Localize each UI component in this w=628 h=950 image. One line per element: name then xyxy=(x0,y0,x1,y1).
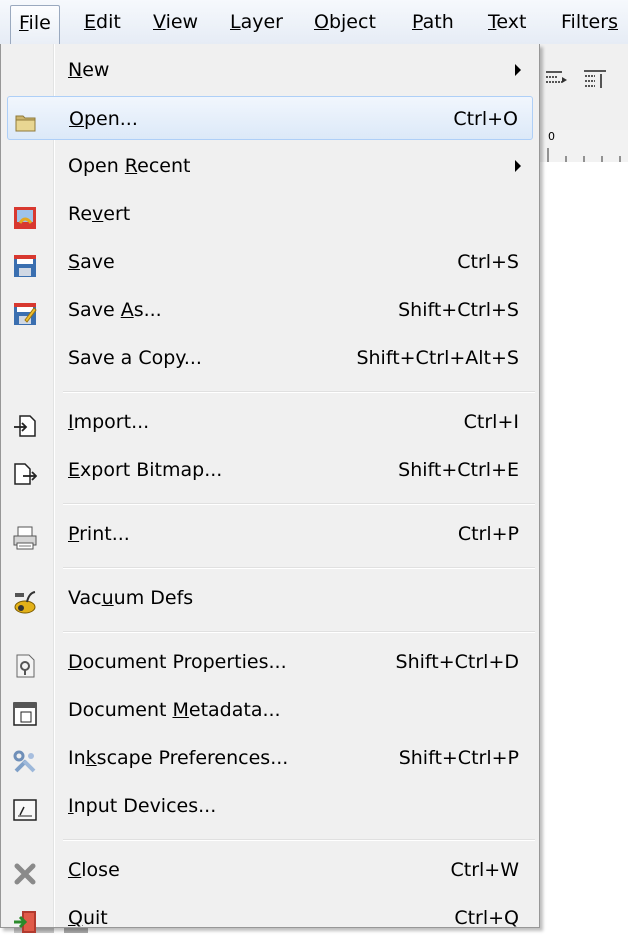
menu-separator xyxy=(63,391,535,393)
menu-item-label: Quit xyxy=(68,907,108,929)
submenu-arrow-icon xyxy=(515,64,521,76)
text-top-icon[interactable] xyxy=(582,68,608,90)
save-icon xyxy=(13,250,37,277)
input-devices-icon xyxy=(13,794,37,821)
menu-item-save-a-copy[interactable]: Save a Copy... Shift+Ctrl+Alt+S xyxy=(7,336,533,380)
menu-bar: File Edit View Layer Object Path Text Fi… xyxy=(0,0,628,45)
canvas-area[interactable] xyxy=(540,162,628,933)
menu-item-open-recent[interactable]: Open Recent xyxy=(7,144,533,188)
menu-item-document-properties[interactable]: Document Properties... Shift+Ctrl+D xyxy=(7,640,533,684)
document-properties-icon xyxy=(13,650,37,678)
menu-item-import[interactable]: Import... Ctrl+I xyxy=(7,400,533,444)
menu-item-new[interactable]: New xyxy=(7,48,533,92)
close-icon xyxy=(13,858,37,885)
ruler-origin-label: 0 xyxy=(548,130,555,143)
metadata-icon xyxy=(13,698,37,726)
menu-item-label: Document Properties... xyxy=(68,651,287,673)
menu-item-label: Vacuum Defs xyxy=(68,587,194,609)
menu-item-label: Import... xyxy=(68,411,150,433)
menu-item-shortcut: Ctrl+S xyxy=(457,251,519,273)
menu-item-label: Document Metadata... xyxy=(68,699,281,721)
menu-item-label: Save a Copy... xyxy=(68,347,202,369)
save-as-icon xyxy=(13,298,37,325)
menu-item-shortcut: Ctrl+I xyxy=(463,411,519,433)
menu-item-close[interactable]: Close Ctrl+W xyxy=(7,848,533,892)
menu-item-print[interactable]: Print... Ctrl+P xyxy=(7,512,533,556)
menu-item-inkscape-preferences[interactable]: Inkscape Preferences... Shift+Ctrl+P xyxy=(7,736,533,780)
menu-item-document-metadata[interactable]: Document Metadata... xyxy=(7,688,533,732)
menu-filters[interactable]: Filters xyxy=(553,5,626,39)
menu-object[interactable]: Object xyxy=(306,5,384,39)
menu-item-label: Print... xyxy=(68,523,130,545)
ruler-ticks xyxy=(547,148,621,162)
menu-separator xyxy=(63,839,535,841)
menu-item-shortcut: Ctrl+O xyxy=(453,108,518,130)
menu-item-label: Revert xyxy=(68,203,131,225)
menu-item-shortcut: Shift+Ctrl+E xyxy=(398,459,519,481)
revert-icon xyxy=(13,202,37,229)
menu-separator xyxy=(63,567,535,569)
horizontal-ruler: 0 xyxy=(540,130,628,163)
submenu-arrow-icon xyxy=(515,160,521,172)
menu-item-shortcut: Shift+Ctrl+Alt+S xyxy=(356,347,519,369)
menu-path[interactable]: Path xyxy=(404,5,462,39)
menu-item-label: Save As... xyxy=(68,299,162,321)
menu-item-vacuum-defs[interactable]: Vacuum Defs xyxy=(7,576,533,620)
menu-file[interactable]: File xyxy=(10,5,60,45)
menu-item-save[interactable]: Save Ctrl+S xyxy=(7,240,533,284)
menu-item-input-devices[interactable]: Input Devices... xyxy=(7,784,533,828)
menu-view[interactable]: View xyxy=(145,5,206,39)
menu-item-label: Export Bitmap... xyxy=(68,459,223,481)
menu-item-quit[interactable]: Quit Ctrl+Q xyxy=(7,896,533,940)
folder-icon xyxy=(14,107,38,132)
menu-item-label: Input Devices... xyxy=(68,795,217,817)
quit-icon xyxy=(13,906,37,933)
menu-item-label: Inkscape Preferences... xyxy=(68,747,289,769)
menu-item-shortcut: Ctrl+P xyxy=(457,523,519,545)
menu-item-shortcut: Shift+Ctrl+D xyxy=(395,651,519,673)
menu-item-shortcut: Ctrl+Q xyxy=(454,907,519,929)
menu-item-revert[interactable]: Revert xyxy=(7,192,533,236)
menu-item-label: New xyxy=(68,59,110,81)
preferences-icon xyxy=(13,746,37,773)
vacuum-icon xyxy=(13,586,37,614)
menu-separator xyxy=(63,503,535,505)
file-menu-dropdown: New Open... Ctrl+O Open Recent Revert Save… xyxy=(0,44,540,933)
menu-text[interactable]: Text xyxy=(480,5,534,39)
printer-icon xyxy=(13,522,37,550)
menu-item-shortcut: Ctrl+W xyxy=(450,859,519,881)
menu-item-shortcut: Shift+Ctrl+P xyxy=(398,747,519,769)
menu-item-shortcut: Shift+Ctrl+S xyxy=(398,299,519,321)
menu-item-save-as[interactable]: Save As... Shift+Ctrl+S xyxy=(7,288,533,332)
menu-item-label: Open... xyxy=(69,108,138,130)
menu-edit[interactable]: Edit xyxy=(76,5,129,39)
menu-item-export-bitmap[interactable]: Export Bitmap... Shift+Ctrl+E xyxy=(7,448,533,492)
export-icon xyxy=(13,458,38,485)
menu-item-label: Close xyxy=(68,859,120,881)
menu-item-open[interactable]: Open... Ctrl+O xyxy=(7,96,533,140)
menu-item-label: Save xyxy=(68,251,115,273)
align-text-icon[interactable] xyxy=(544,68,570,90)
menu-layer[interactable]: Layer xyxy=(222,5,291,39)
import-icon xyxy=(13,410,37,437)
menu-item-label: Open Recent xyxy=(68,155,191,177)
toolbar-area xyxy=(540,44,628,134)
menu-separator xyxy=(63,631,535,633)
